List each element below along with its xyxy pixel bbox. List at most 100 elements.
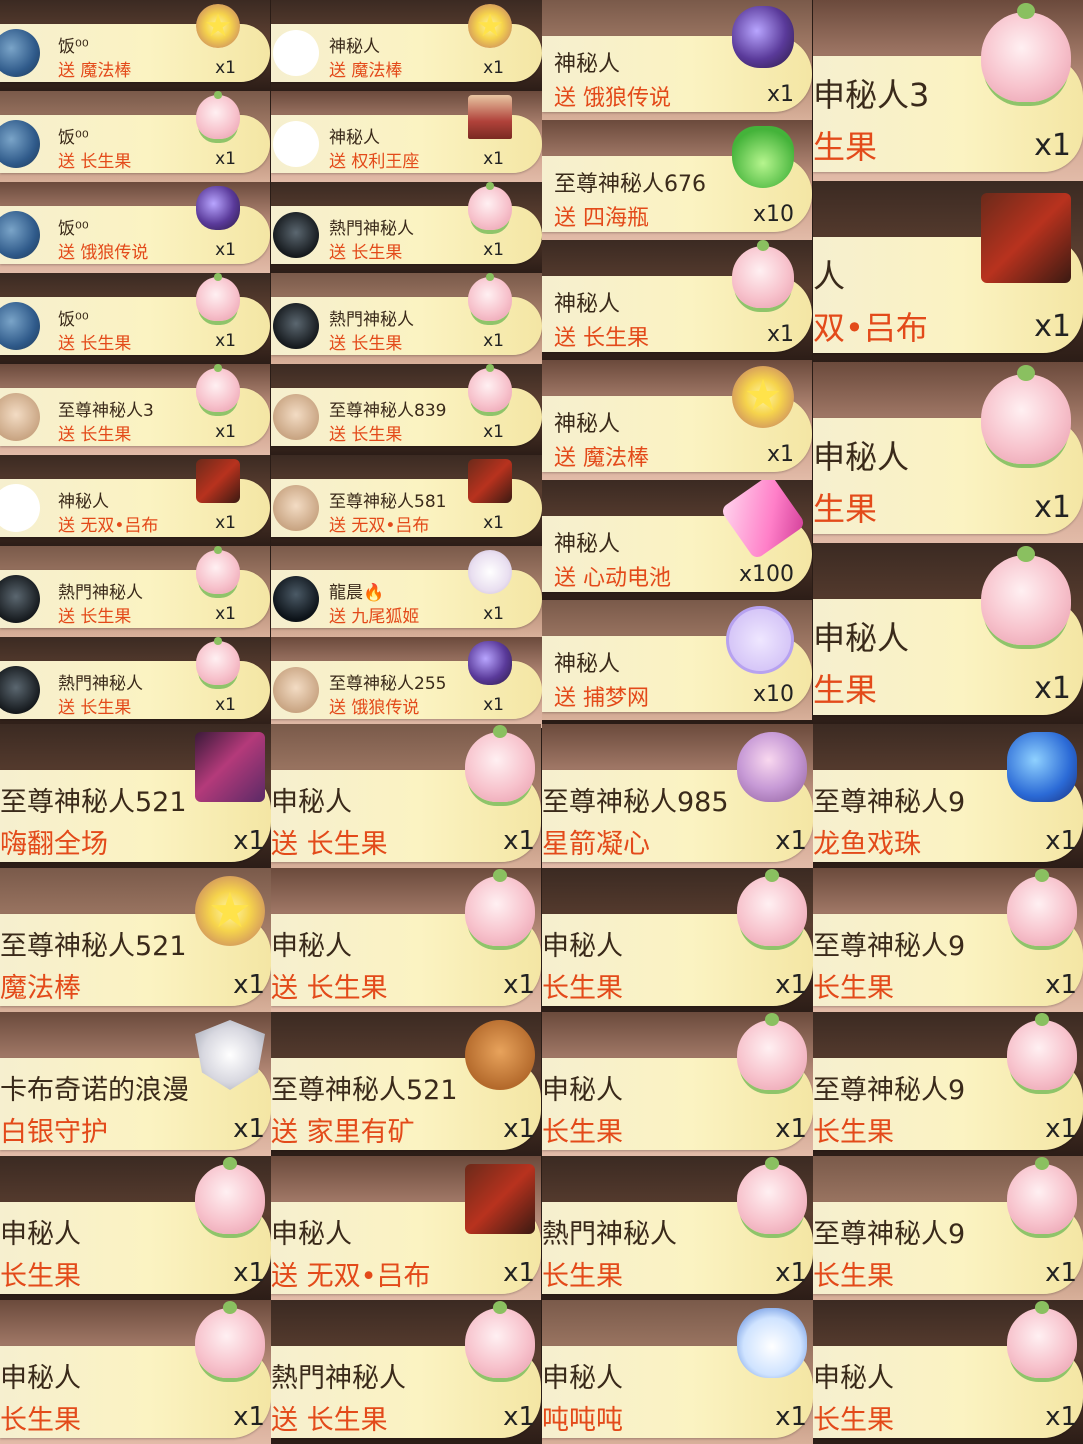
sender-name: 至尊神秘人839 xyxy=(329,401,447,421)
gift-tile: 人双•吕布 x1 xyxy=(813,181,1083,362)
gift-label: 送 饿狼传说 xyxy=(554,86,671,111)
magic-wand-icon xyxy=(732,366,794,428)
sender-name: 神秘人 xyxy=(554,532,621,557)
peach-icon xyxy=(468,182,512,230)
peach-icon xyxy=(195,1301,265,1378)
gift-label: 送 权利王座 xyxy=(329,152,420,172)
peach-icon xyxy=(1007,869,1077,946)
sender-name: 神秘人 xyxy=(554,52,621,77)
gift-count: x1 xyxy=(215,149,236,169)
peach-icon xyxy=(737,1157,807,1234)
dreamcatcher-icon xyxy=(726,606,794,674)
gift-count: x1 xyxy=(766,322,794,347)
gift-count: x1 xyxy=(483,695,504,715)
gift-tile: 至尊神秘人9 长生果 x1 xyxy=(813,1156,1083,1300)
gift-label: 送 无双•吕布 xyxy=(271,1261,431,1292)
gift-tile: 熱門神秘人送 长生果 x1 xyxy=(271,273,542,364)
gift-label: 长生果 xyxy=(813,973,894,1004)
gift-label: 送 长生果 xyxy=(329,425,403,445)
peach-icon xyxy=(1007,1301,1077,1378)
gift-tile: 神秘人送 饿狼传说 x1 xyxy=(542,0,812,120)
peach-icon xyxy=(1007,1013,1077,1090)
gift-label: 送 长生果 xyxy=(554,326,649,351)
peach-icon xyxy=(196,364,240,412)
gift-count: x1 xyxy=(215,331,236,351)
gift-count: x1 xyxy=(775,1402,807,1432)
gift-label: 长生果 xyxy=(542,1117,623,1148)
gift-tile: 龍晨🔥 送 九尾狐姬 x1 xyxy=(271,546,542,637)
peach-icon xyxy=(465,869,535,946)
gift-tile: 至尊神秘人521 魔法棒 x1 xyxy=(0,868,271,1012)
sender-name: 申秘人3 xyxy=(813,76,930,114)
sender-name: 神秘人 xyxy=(554,412,621,437)
gift-tile: 至尊神秘人521 嗨翻全场 x1 xyxy=(0,724,271,868)
gift-tile: 熱門神秘人 长生果 x1 xyxy=(542,1156,813,1300)
gift-tile: 至尊神秘人676 送 四海瓶 x10 xyxy=(542,120,812,240)
sender-name: 申秘人 xyxy=(813,438,910,476)
gift-tile: 至尊神秘人985 星箭凝心 x1 xyxy=(542,724,813,868)
sender-name: 申秘人 xyxy=(813,1363,894,1394)
gift-tile: 申秘人送 长生果 x1 xyxy=(271,868,541,1012)
gift-count: x1 xyxy=(1045,1258,1077,1288)
gift-label: 吨吨吨 xyxy=(542,1405,623,1436)
sender-name: 至尊神秘人521 xyxy=(0,931,187,962)
warrior-icon xyxy=(468,459,512,503)
gift-count: x10 xyxy=(752,202,794,227)
gift-count: x1 xyxy=(1034,671,1071,706)
gift-label: 送 四海瓶 xyxy=(554,206,649,231)
orb-icon xyxy=(468,641,512,685)
gift-label: 龙鱼戏珠 xyxy=(813,829,921,860)
sender-name: 神秘人 xyxy=(329,37,380,57)
crow-avatar xyxy=(273,212,319,258)
peach-icon xyxy=(196,637,240,685)
gift-label: 长生果 xyxy=(813,1405,894,1436)
sender-name: 饭⁰⁰ xyxy=(58,310,89,330)
sender-name: 饭⁰⁰ xyxy=(58,219,89,239)
gift-tile: 至尊神秘人255 送 饿狼传说 x1 xyxy=(271,637,542,728)
gift-label: 生果 xyxy=(813,671,878,709)
sender-name: 至尊神秘人676 xyxy=(554,172,706,197)
sender-name: 至尊神秘人9 xyxy=(813,931,966,962)
sender-name: 熱門神秘人 xyxy=(271,1363,406,1394)
sender-name: 熱門神秘人 xyxy=(542,1219,677,1250)
gift-tile: 申秘人 长生果 x1 xyxy=(0,1156,271,1300)
gift-count: x1 xyxy=(233,1114,265,1144)
gift-count: x1 xyxy=(483,422,504,442)
peach-icon xyxy=(196,91,240,139)
orb-icon xyxy=(196,186,240,230)
gift-label: 送 长生果 xyxy=(271,829,388,860)
bear-icon xyxy=(465,1020,535,1090)
gift-tile: 至尊神秘人9 龙鱼戏珠 x1 xyxy=(813,724,1083,868)
peach-icon xyxy=(981,546,1071,645)
gift-label: 嗨翻全场 xyxy=(0,829,108,860)
sender-name: 申秘人 xyxy=(0,1219,81,1250)
sender-name: 熱門神秘人 xyxy=(329,219,414,239)
magic-wand-icon xyxy=(468,4,512,48)
mask-avatar xyxy=(273,485,319,531)
gift-tile: 熱門神秘人送 长生果 x1 xyxy=(271,182,542,273)
sender-name: 熱門神秘人 xyxy=(329,310,414,330)
sender-name: 龍晨🔥 xyxy=(329,583,385,603)
gift-count: x1 xyxy=(215,240,236,260)
sender-name: 申秘人 xyxy=(0,1363,81,1394)
gift-count: x1 xyxy=(215,695,236,715)
dragon-icon xyxy=(1007,732,1077,802)
gift-count: x1 xyxy=(503,1402,535,1432)
gift-label: 长生果 xyxy=(0,1405,81,1436)
crow-avatar xyxy=(273,303,319,349)
peach-icon xyxy=(196,546,240,594)
sender-name: 熱門神秘人 xyxy=(58,583,143,603)
gift-label: 生果 xyxy=(813,128,878,166)
sender-name: 至尊神秘人9 xyxy=(813,1075,966,1106)
gift-tile: 至尊神秘人9 长生果 x1 xyxy=(813,868,1083,1012)
gift-count: x1 xyxy=(775,970,807,1000)
peach-icon xyxy=(195,1157,265,1234)
peach-icon xyxy=(468,273,512,321)
gift-tile: 申秘人 长生果 x1 xyxy=(542,1012,813,1156)
peach-icon xyxy=(468,364,512,412)
gift-label: 送 魔法棒 xyxy=(58,61,132,81)
sender-name: 至尊神秘人9 xyxy=(813,1219,966,1250)
sender-name: 神秘人 xyxy=(329,128,380,148)
gift-tile: 申秘人 生果 x1 xyxy=(813,362,1083,543)
gift-count: x10 xyxy=(752,682,794,707)
